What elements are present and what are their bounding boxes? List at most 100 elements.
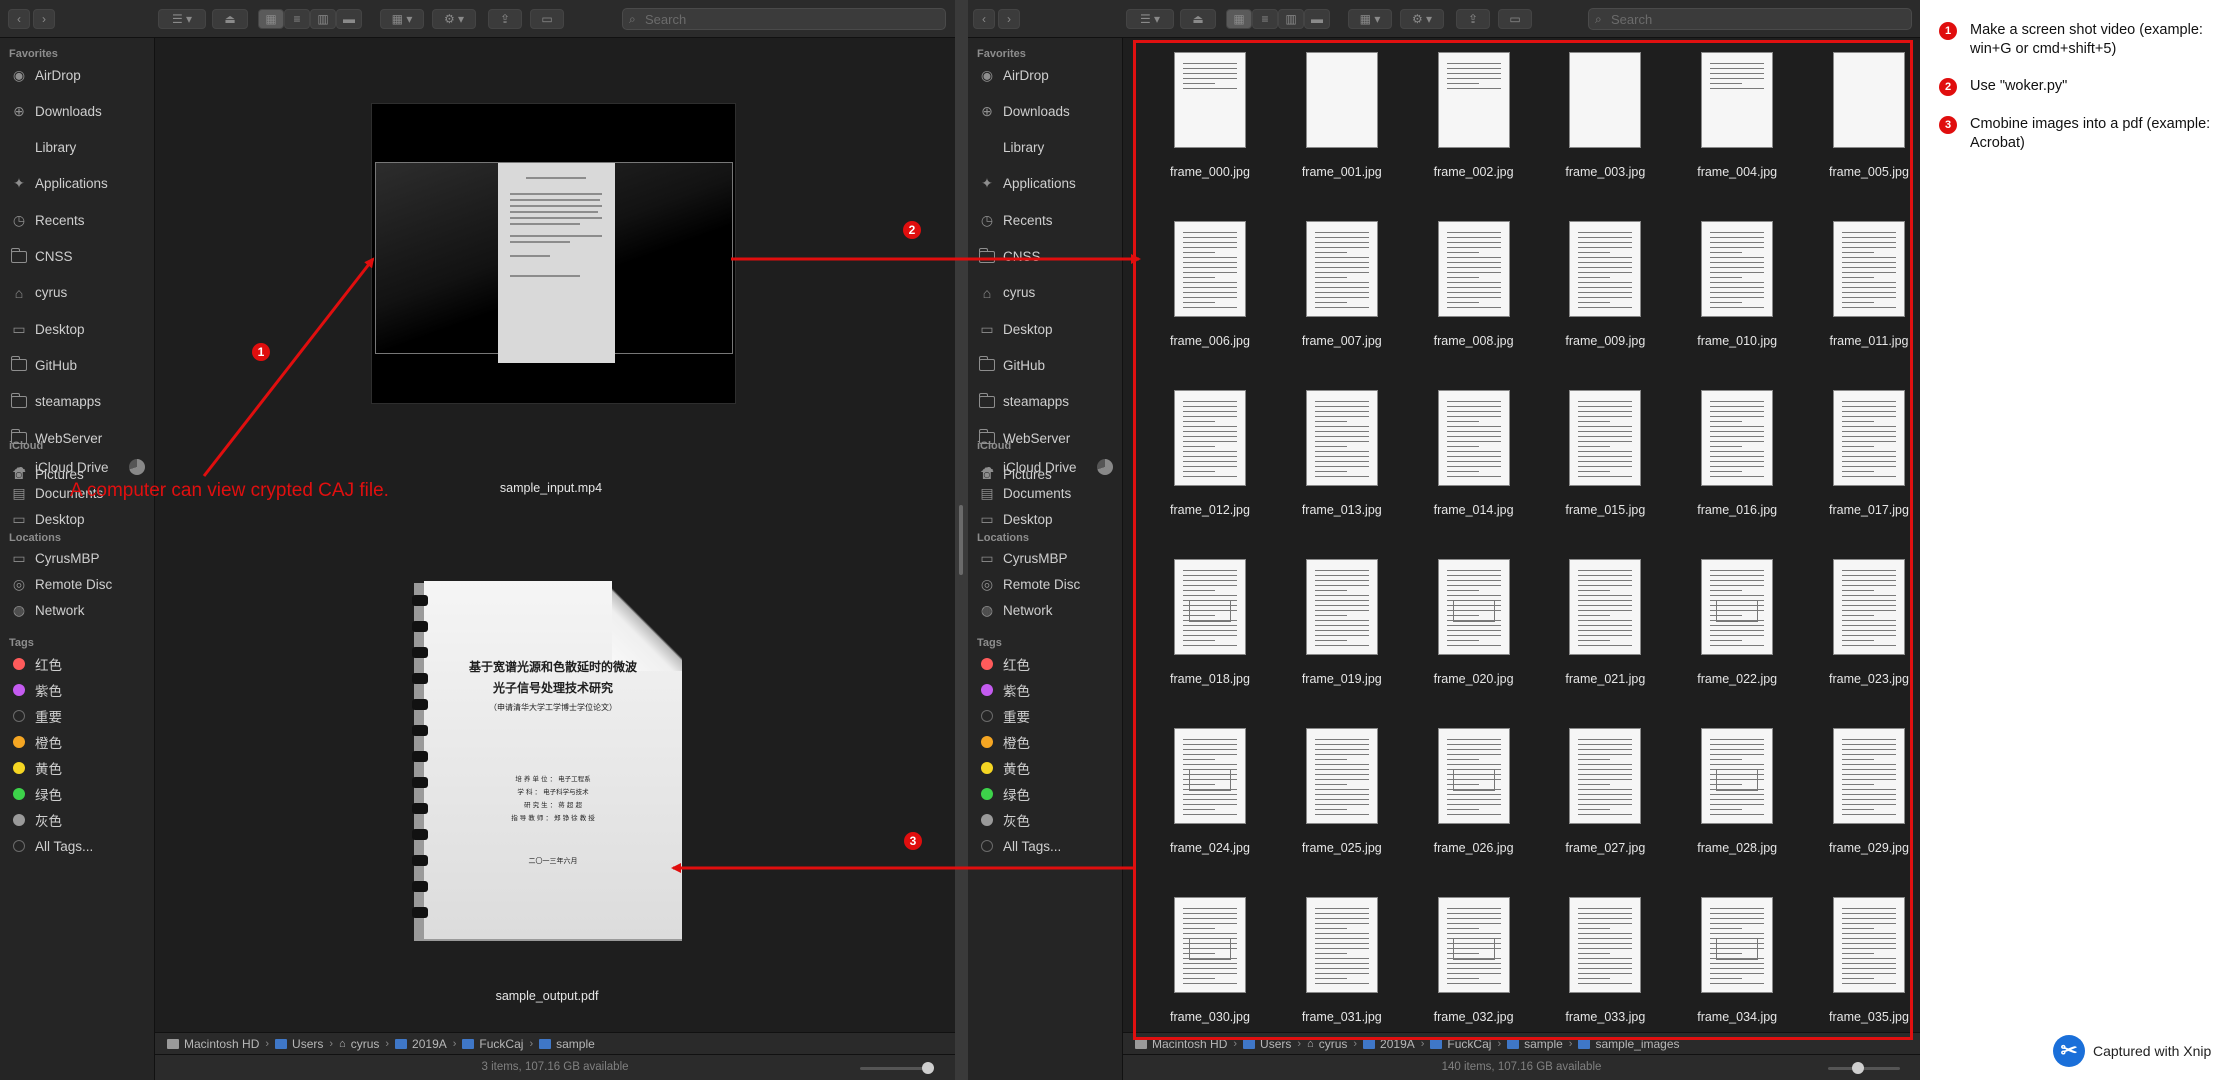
search-field[interactable]: ⌕ xyxy=(622,8,946,30)
sidebar-item-desktop[interactable]: ▭ Desktop xyxy=(977,507,1117,531)
search-input[interactable] xyxy=(645,12,903,27)
icon-view-button[interactable]: ▦ xyxy=(258,9,284,29)
sidebar-item-library[interactable]: Library xyxy=(977,136,1117,160)
sidebar-item-downloads[interactable]: ⊕ Downloads xyxy=(9,99,149,123)
sidebar-item-desktop[interactable]: ▭ Desktop xyxy=(977,317,1117,341)
storage-progress-icon xyxy=(129,459,145,475)
back-button[interactable]: ‹ xyxy=(8,9,30,29)
sidebar-tag-item[interactable]: 绿色 xyxy=(977,782,1117,806)
forward-button[interactable]: › xyxy=(33,9,55,29)
sidebar-tag-item[interactable]: All Tags... xyxy=(977,834,1117,858)
slider-knob[interactable] xyxy=(1852,1062,1864,1074)
back-button[interactable]: ‹ xyxy=(973,9,995,29)
arrange-button[interactable]: ▦ ▾ xyxy=(1348,9,1392,29)
icon-size-slider[interactable] xyxy=(860,1062,934,1074)
sidebar-item-cyrus[interactable]: ⌂ cyrus xyxy=(9,281,149,305)
share-button[interactable]: ⇪ xyxy=(1456,9,1490,29)
forward-button[interactable]: › xyxy=(998,9,1020,29)
list-view-button[interactable]: ≡ xyxy=(284,9,310,29)
sidebar-item-network[interactable]: ◍ Network xyxy=(977,598,1117,622)
sidebar-item-downloads[interactable]: ⊕ Downloads xyxy=(977,99,1117,123)
sidebar-tag-item[interactable]: 重要 xyxy=(977,704,1117,728)
sidebar-item-network[interactable]: ◍ Network xyxy=(9,598,149,622)
sidebar-item-desktop[interactable]: ▭ Desktop xyxy=(9,507,149,531)
folder-icon xyxy=(977,140,997,156)
window-divider[interactable] xyxy=(955,0,968,1080)
step-number: 1 xyxy=(1939,22,1957,40)
icon-view-button[interactable]: ▦ xyxy=(1226,9,1252,29)
path-segment[interactable]: sample xyxy=(539,1037,595,1051)
sidebar-item-remote-disc[interactable]: ◎ Remote Disc xyxy=(977,572,1117,596)
gallery-view-button[interactable]: ▬ xyxy=(1304,9,1330,29)
sidebar-item-cyrusmbp[interactable]: ▭ CyrusMBP xyxy=(9,546,149,570)
step-number: 2 xyxy=(1939,78,1957,96)
sidebar-item-github[interactable]: GitHub xyxy=(9,353,149,377)
tags-button[interactable]: ▭ xyxy=(1498,9,1532,29)
gallery-view-button[interactable]: ▬ xyxy=(336,9,362,29)
search-field[interactable]: ⌕ xyxy=(1588,8,1912,30)
path-segment[interactable]: 2019A xyxy=(395,1037,447,1051)
group-by-button[interactable]: ☰ ▾ xyxy=(158,9,206,29)
path-segment[interactable]: ⌂ cyrus xyxy=(339,1037,379,1051)
pdf-thumbnail[interactable]: 基于宽谱光源和色散延时的微波 光子信号处理技术研究 （申请清华大学工学博士学位论… xyxy=(412,581,682,941)
path-segment[interactable]: Users xyxy=(275,1037,323,1051)
slider-knob[interactable] xyxy=(922,1062,934,1074)
icon-size-slider[interactable] xyxy=(1828,1062,1900,1074)
sidebar-item-remote-disc[interactable]: ◎ Remote Disc xyxy=(9,572,149,596)
action-button[interactable]: ⚙ ▾ xyxy=(432,9,476,29)
sidebar-item-label: Recents xyxy=(1003,212,1053,228)
sidebar-tag-item[interactable]: 红色 xyxy=(977,652,1117,676)
eject-button[interactable]: ⏏ xyxy=(1180,9,1216,29)
pdf-field: 指 导 教 师 ： 郑 铮 徐 教 授 xyxy=(511,814,595,822)
sidebar-tag-item[interactable]: All Tags... xyxy=(9,834,149,858)
sidebar-item-cyrusmbp[interactable]: ▭ CyrusMBP xyxy=(977,546,1117,570)
arrange-button[interactable]: ▦ ▾ xyxy=(380,9,424,29)
sidebar-item-icloud-drive[interactable]: ☁ iCloud Drive xyxy=(977,455,1117,479)
divider-grip[interactable] xyxy=(959,505,963,575)
search-input[interactable] xyxy=(1611,12,1869,27)
path-segment[interactable]: FuckCaj xyxy=(462,1037,523,1051)
sidebar-item-documents[interactable]: ▤ Documents xyxy=(977,481,1117,505)
sidebar-item-applications[interactable]: ✦ Applications xyxy=(977,172,1117,196)
sidebar-item-github[interactable]: GitHub xyxy=(977,353,1117,377)
sidebar-tag-item[interactable]: 绿色 xyxy=(9,782,149,806)
sidebar-item-library[interactable]: Library xyxy=(9,136,149,160)
video-thumbnail[interactable] xyxy=(371,103,736,404)
sidebar-item-label: Network xyxy=(1003,602,1053,618)
sidebar-item-icloud-drive[interactable]: ☁ iCloud Drive xyxy=(9,455,149,479)
group-by-button[interactable]: ☰ ▾ xyxy=(1126,9,1174,29)
tags-button[interactable]: ▭ xyxy=(530,9,564,29)
sidebar-item-cnss[interactable]: CNSS xyxy=(977,245,1117,269)
action-button[interactable]: ⚙ ▾ xyxy=(1400,9,1444,29)
sidebar-tag-item[interactable]: 紫色 xyxy=(977,678,1117,702)
eject-button[interactable]: ⏏ xyxy=(212,9,248,29)
column-view-button[interactable]: ▥ xyxy=(1278,9,1304,29)
sidebar-tag-item[interactable]: 重要 xyxy=(9,704,149,728)
sidebar-tag-item[interactable]: 红色 xyxy=(9,652,149,676)
file-name-video[interactable]: sample_input.mp4 xyxy=(471,481,631,495)
pdf-title-line2: 光子信号处理技术研究 xyxy=(492,681,613,695)
sidebar-tag-item[interactable]: 橙色 xyxy=(9,730,149,754)
path-segment[interactable]: Macintosh HD xyxy=(167,1037,259,1051)
sidebar-item-recents[interactable]: ◷ Recents xyxy=(9,208,149,232)
sidebar-item-recents[interactable]: ◷ Recents xyxy=(977,208,1117,232)
sidebar-item-airdrop[interactable]: ◉ AirDrop xyxy=(977,63,1117,87)
color-dot xyxy=(981,684,993,696)
sidebar-item-steamapps[interactable]: steamapps xyxy=(9,390,149,414)
sidebar-tag-item[interactable]: 黄色 xyxy=(9,756,149,780)
sidebar-item-steamapps[interactable]: steamapps xyxy=(977,390,1117,414)
list-view-button[interactable]: ≡ xyxy=(1252,9,1278,29)
sidebar-item-airdrop[interactable]: ◉ AirDrop xyxy=(9,63,149,87)
column-view-button[interactable]: ▥ xyxy=(310,9,336,29)
sidebar-tag-item[interactable]: 橙色 xyxy=(977,730,1117,754)
file-name-pdf[interactable]: sample_output.pdf xyxy=(467,989,627,1003)
sidebar-tag-item[interactable]: 紫色 xyxy=(9,678,149,702)
share-button[interactable]: ⇪ xyxy=(488,9,522,29)
sidebar-item-cyrus[interactable]: ⌂ cyrus xyxy=(977,281,1117,305)
sidebar-tag-item[interactable]: 黄色 xyxy=(977,756,1117,780)
sidebar-tag-item[interactable]: 灰色 xyxy=(9,808,149,832)
sidebar-item-desktop[interactable]: ▭ Desktop xyxy=(9,317,149,341)
sidebar-item-applications[interactable]: ✦ Applications xyxy=(9,172,149,196)
sidebar-tag-item[interactable]: 灰色 xyxy=(977,808,1117,832)
sidebar-item-cnss[interactable]: CNSS xyxy=(9,245,149,269)
